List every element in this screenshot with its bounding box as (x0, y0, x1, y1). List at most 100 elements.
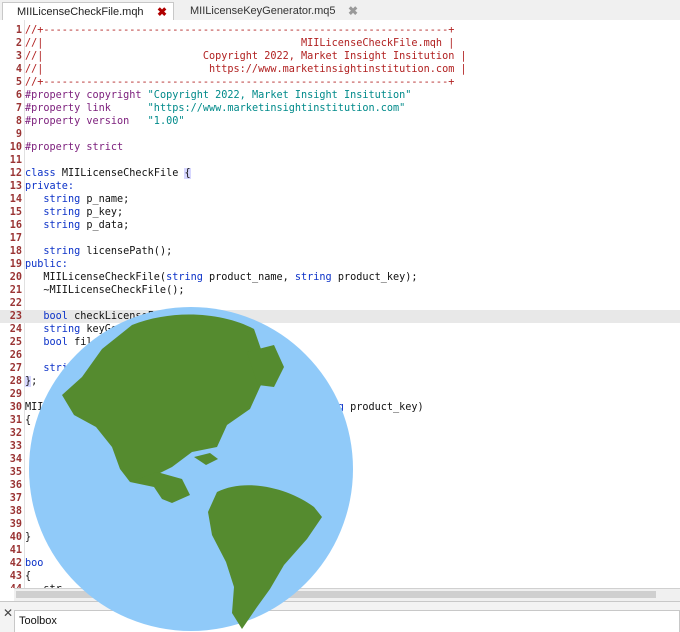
code-line[interactable]: 5//+------------------------------------… (0, 76, 680, 89)
line-number: 14 (9, 194, 22, 205)
code-line[interactable]: 16 string p_data; (0, 219, 680, 232)
line-number: 23 (9, 311, 22, 322)
line-number: 28 (9, 376, 22, 387)
code-text: private: (25, 180, 74, 193)
code-token: licensePath(); (86, 246, 173, 257)
code-token: string (166, 272, 210, 283)
line-number: 6 (15, 90, 22, 101)
code-line[interactable]: 17 (0, 232, 680, 245)
line-number: 37 (9, 493, 22, 504)
line-number: 5 (15, 77, 22, 88)
line-number: 29 (9, 389, 22, 400)
code-text: string p_name; (25, 193, 129, 206)
line-number: 1 (15, 25, 22, 36)
line-number: 2 (15, 38, 22, 49)
code-text: //| https://www.marketinsightinstitution… (25, 63, 467, 76)
line-number: 12 (9, 168, 22, 179)
code-text: //+-------------------------------------… (25, 76, 454, 89)
line-number: 15 (9, 207, 22, 218)
line-number: 31 (9, 415, 22, 426)
code-token: product_name, (209, 272, 295, 283)
code-token: "1.00" (147, 116, 185, 127)
code-token: #property version (25, 116, 148, 127)
code-token: //| Copyright 2022, Market Insight Insit… (25, 51, 467, 62)
code-line[interactable]: 1//+------------------------------------… (0, 24, 680, 37)
code-line[interactable]: 13 private: (0, 180, 680, 193)
line-number: 18 (9, 246, 22, 257)
line-number: 9 (15, 129, 22, 140)
line-number: 19 (9, 259, 22, 270)
line-number: 3 (15, 51, 22, 62)
code-token: p_key; (86, 207, 124, 218)
tab-label: MIILicenseCheckFile.mqh (17, 6, 144, 18)
line-number: 21 (9, 285, 22, 296)
tab-close-icon[interactable]: ✖ (157, 3, 167, 21)
code-line[interactable]: 4//| https://www.marketinsightinstitutio… (0, 63, 680, 76)
code-token: //| https://www.marketinsightinstitution… (25, 64, 467, 75)
code-line[interactable]: 18 string licensePath(); (0, 245, 680, 258)
line-number: 13 (9, 181, 22, 192)
code-token: "https://www.marketinsightinstitution.co… (147, 103, 406, 114)
code-token: public: (25, 259, 68, 270)
code-token: MIILicenseCheckFile( (25, 272, 167, 283)
code-text: #property version "1.00" (25, 115, 184, 128)
line-number: 4 (15, 64, 22, 75)
code-text: public: (25, 258, 68, 271)
line-number: 42 (9, 558, 22, 569)
editor-tab-bar: MIILicenseCheckFile.mqh ✖ MIILicenseKeyG… (0, 0, 680, 21)
code-line[interactable]: 6 #property copyright "Copyright 2022, Ma… (0, 89, 680, 102)
line-number: 34 (9, 454, 22, 465)
code-token: #property strict (25, 142, 124, 153)
line-number: 43 (9, 571, 22, 582)
code-text: ~MIILicenseCheckFile(); (25, 284, 184, 297)
code-token: //+-------------------------------------… (25, 77, 455, 88)
tab-miilicensecheckfile[interactable]: MIILicenseCheckFile.mqh ✖ (2, 2, 174, 20)
code-line[interactable]: 19 public: (0, 258, 680, 271)
line-number: 36 (9, 480, 22, 491)
code-line[interactable]: 7 #property link "https://www.marketinsig… (0, 102, 680, 115)
line-number: 26 (9, 350, 22, 361)
code-line[interactable]: 10 #property strict (0, 141, 680, 154)
code-line[interactable]: 2//| MIILicenseCheckFile.mqh | (0, 37, 680, 50)
code-line[interactable]: 3//| Copyright 2022, Market Insight Insi… (0, 50, 680, 63)
code-line[interactable]: 14 string p_name; (0, 193, 680, 206)
code-token: class (25, 168, 62, 179)
code-token: MIILicenseCheckFile (61, 168, 185, 179)
code-token: string (43, 220, 87, 231)
tab-miilicensekeygenerator[interactable]: MIILicenseKeyGenerator.mq5 ✖ (176, 2, 366, 20)
line-number: 10 (9, 142, 22, 153)
code-token: //+-------------------------------------… (25, 25, 455, 36)
code-text: string p_data; (25, 219, 129, 232)
code-line[interactable]: 9 (0, 128, 680, 141)
line-number: 33 (9, 441, 22, 452)
tab-close-icon[interactable]: ✖ (348, 2, 358, 20)
line-number: 38 (9, 506, 22, 517)
line-number: 30 (9, 402, 22, 413)
toolbox-close-icon[interactable]: ✕ (3, 606, 13, 620)
line-number: 24 (9, 324, 22, 335)
code-token: ~MIILicenseCheckFile(); (25, 285, 185, 296)
code-line[interactable]: 20 MIILicenseCheckFile(string product_na… (0, 271, 680, 284)
line-number: 39 (9, 519, 22, 530)
line-number: 25 (9, 337, 22, 348)
tab-label: MIILicenseKeyGenerator.mq5 (190, 5, 336, 17)
code-line[interactable]: 8 #property version "1.00" (0, 115, 680, 128)
code-text: //| Copyright 2022, Market Insight Insit… (25, 50, 467, 63)
code-text: string licensePath(); (25, 245, 172, 258)
code-line[interactable]: 15 string p_key; (0, 206, 680, 219)
code-line[interactable]: 12 class MIILicenseCheckFile { (0, 167, 680, 180)
code-token: product_key); (337, 272, 418, 283)
code-token: #property copyright (25, 90, 148, 101)
code-token: "Copyright 2022, Market Insight Insituti… (147, 90, 412, 101)
line-number: 40 (9, 532, 22, 543)
line-number: 16 (9, 220, 22, 231)
line-number: 27 (9, 363, 22, 374)
code-text: //+-------------------------------------… (25, 24, 454, 37)
line-number: 11 (9, 155, 22, 166)
code-line[interactable]: 21 ~MIILicenseCheckFile(); (0, 284, 680, 297)
code-line[interactable]: 11 (0, 154, 680, 167)
code-token: //| MIILicenseCheckFile.mqh | (25, 38, 455, 49)
line-number: 17 (9, 233, 22, 244)
